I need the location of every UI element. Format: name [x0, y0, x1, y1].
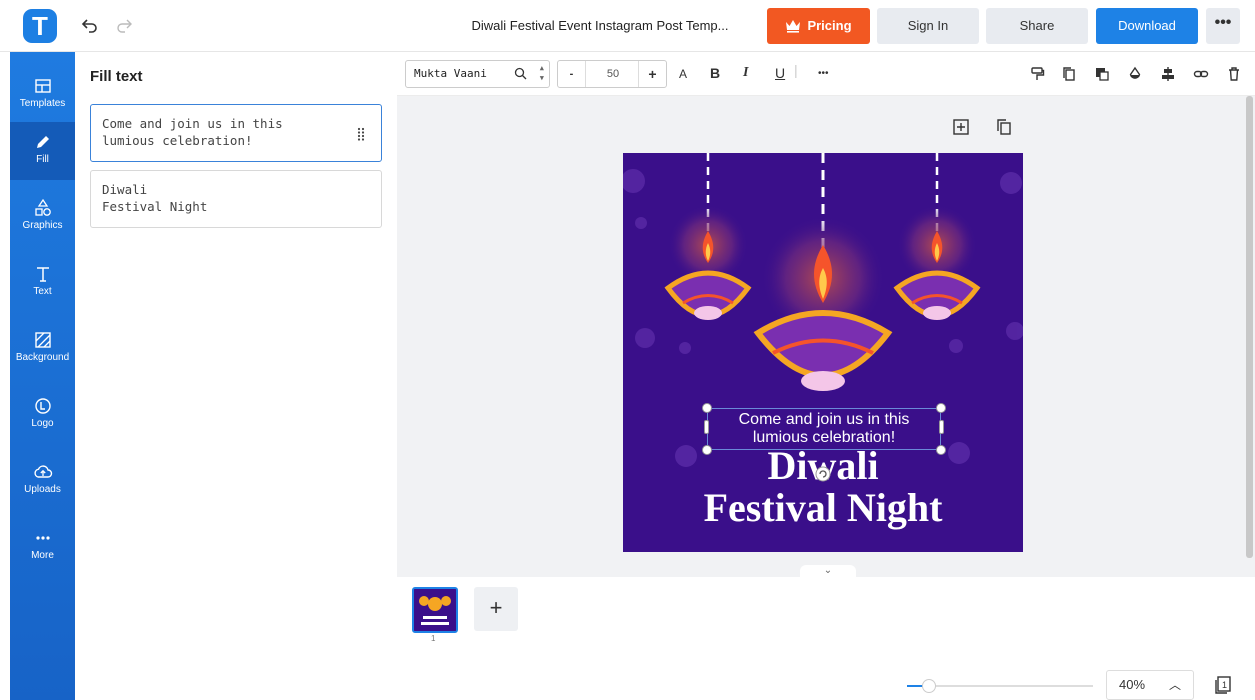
pages-overview-icon[interactable]: 1: [1213, 675, 1233, 695]
text-case-button[interactable]: A: [679, 67, 687, 81]
page-number: 1: [431, 634, 436, 643]
page-thumbnail-1[interactable]: [412, 587, 458, 633]
toolbar-more-button[interactable]: •••: [818, 68, 829, 79]
logo-icon: [34, 398, 51, 414]
sidebar-label-background: Background: [15, 352, 70, 363]
sidebar-label-text: Text: [33, 286, 52, 297]
sidebar-item-text[interactable]: Text: [10, 254, 75, 312]
pen-icon: [36, 136, 49, 148]
cloud-upload-icon: [33, 465, 52, 478]
share-button[interactable]: Share: [986, 8, 1088, 44]
layer-order-icon[interactable]: [1094, 66, 1110, 82]
sidebar-label-uploads: Uploads: [24, 484, 61, 495]
add-element-icon[interactable]: [952, 118, 970, 136]
duplicate-icon[interactable]: [1061, 66, 1077, 82]
zoom-level-select[interactable]: 40% ︿: [1106, 670, 1194, 700]
fill-text-value-1: Come and join us in this lumious celebra…: [102, 116, 283, 148]
undo-icon[interactable]: [80, 14, 100, 36]
opacity-icon[interactable]: [1127, 66, 1143, 82]
font-size-increase-button[interactable]: +: [638, 61, 666, 87]
top-bar: T Diwali Festival Event Instagram Post T…: [0, 0, 1255, 52]
font-family-value: Mukta Vaani: [414, 67, 487, 80]
editor-app: T Diwali Festival Event Instagram Post T…: [0, 0, 1255, 700]
left-sidebar: Templates Fill Graphics Text Background …: [10, 52, 75, 700]
sidebar-label-more: More: [31, 550, 54, 561]
bold-button[interactable]: B: [710, 65, 720, 81]
sign-in-button[interactable]: Sign In: [877, 8, 979, 44]
align-icon[interactable]: [1160, 66, 1176, 82]
sidebar-item-more[interactable]: More: [10, 518, 75, 576]
crown-icon: [786, 20, 801, 33]
pricing-label: Pricing: [807, 18, 852, 33]
font-size-input[interactable]: 50: [586, 61, 640, 87]
sidebar-item-graphics[interactable]: Graphics: [10, 188, 75, 246]
sidebar-label-fill: Fill: [36, 154, 49, 165]
text-icon: [36, 267, 49, 282]
fill-text-field-1[interactable]: Come and join us in this lumious celebra…: [90, 104, 382, 162]
font-spinner-icon[interactable]: ▲ ▼: [540, 63, 544, 83]
sidebar-label-templates: Templates: [19, 98, 66, 109]
text-toolbar: Mukta Vaani ▲ ▼ - 50 + A B I U | •••: [397, 52, 1255, 96]
background-icon: [34, 332, 51, 348]
link-icon[interactable]: [1193, 66, 1209, 82]
sidebar-item-fill[interactable]: Fill: [10, 122, 75, 180]
font-family-select[interactable]: Mukta Vaani ▲ ▼: [405, 60, 550, 88]
paint-format-icon[interactable]: [1029, 66, 1045, 82]
drag-handle-icon[interactable]: [357, 127, 365, 141]
trash-icon[interactable]: [1226, 66, 1242, 82]
download-button[interactable]: Download: [1096, 8, 1198, 44]
more-options-button[interactable]: •••: [1206, 8, 1240, 44]
resize-handle-tr[interactable]: [936, 403, 946, 413]
chevron-up-icon: ︿: [1168, 678, 1181, 692]
toggle-pages-button[interactable]: ⌄: [800, 565, 856, 577]
toolbar-divider: |: [794, 62, 798, 78]
sidebar-item-background[interactable]: Background: [10, 320, 75, 378]
fill-text-field-2[interactable]: Diwali Festival Night: [90, 170, 382, 228]
more-icon: [35, 536, 50, 540]
font-size-stepper: - 50 +: [557, 60, 667, 88]
svg-text:1: 1: [1222, 680, 1227, 690]
copy-page-icon[interactable]: [995, 118, 1013, 136]
italic-button[interactable]: I: [743, 65, 748, 81]
font-size-decrease-button[interactable]: -: [558, 61, 586, 87]
document-title[interactable]: Diwali Festival Event Instagram Post Tem…: [440, 0, 760, 52]
panel-title: Fill text: [90, 68, 143, 85]
sidebar-item-uploads[interactable]: Uploads: [10, 452, 75, 510]
sidebar-label-graphics: Graphics: [22, 220, 63, 231]
add-page-button[interactable]: +: [474, 587, 518, 631]
app-logo[interactable]: T: [23, 9, 57, 43]
resize-handle-left[interactable]: [704, 420, 709, 434]
sidebar-item-logo[interactable]: Logo: [10, 386, 75, 444]
underline-button[interactable]: U: [775, 65, 785, 81]
rotate-handle-icon[interactable]: [815, 466, 831, 482]
vertical-scrollbar[interactable]: [1246, 96, 1253, 558]
redo-icon[interactable]: [114, 14, 134, 36]
zoom-level-value: 40%: [1119, 677, 1146, 692]
sidebar-label-logo: Logo: [31, 418, 54, 429]
templates-icon: [34, 79, 51, 93]
resize-handle-tl[interactable]: [702, 403, 712, 413]
thumbnail-artwork: [414, 589, 456, 631]
shapes-icon: [34, 198, 51, 216]
fill-text-panel: Fill text Come and join us in this lumio…: [75, 52, 397, 700]
resize-handle-right[interactable]: [939, 420, 944, 434]
sidebar-item-templates[interactable]: Templates: [10, 66, 75, 124]
search-icon: [514, 67, 527, 80]
pricing-button[interactable]: Pricing: [767, 8, 870, 44]
canvas-title-line-2[interactable]: Festival Night: [623, 486, 1023, 530]
